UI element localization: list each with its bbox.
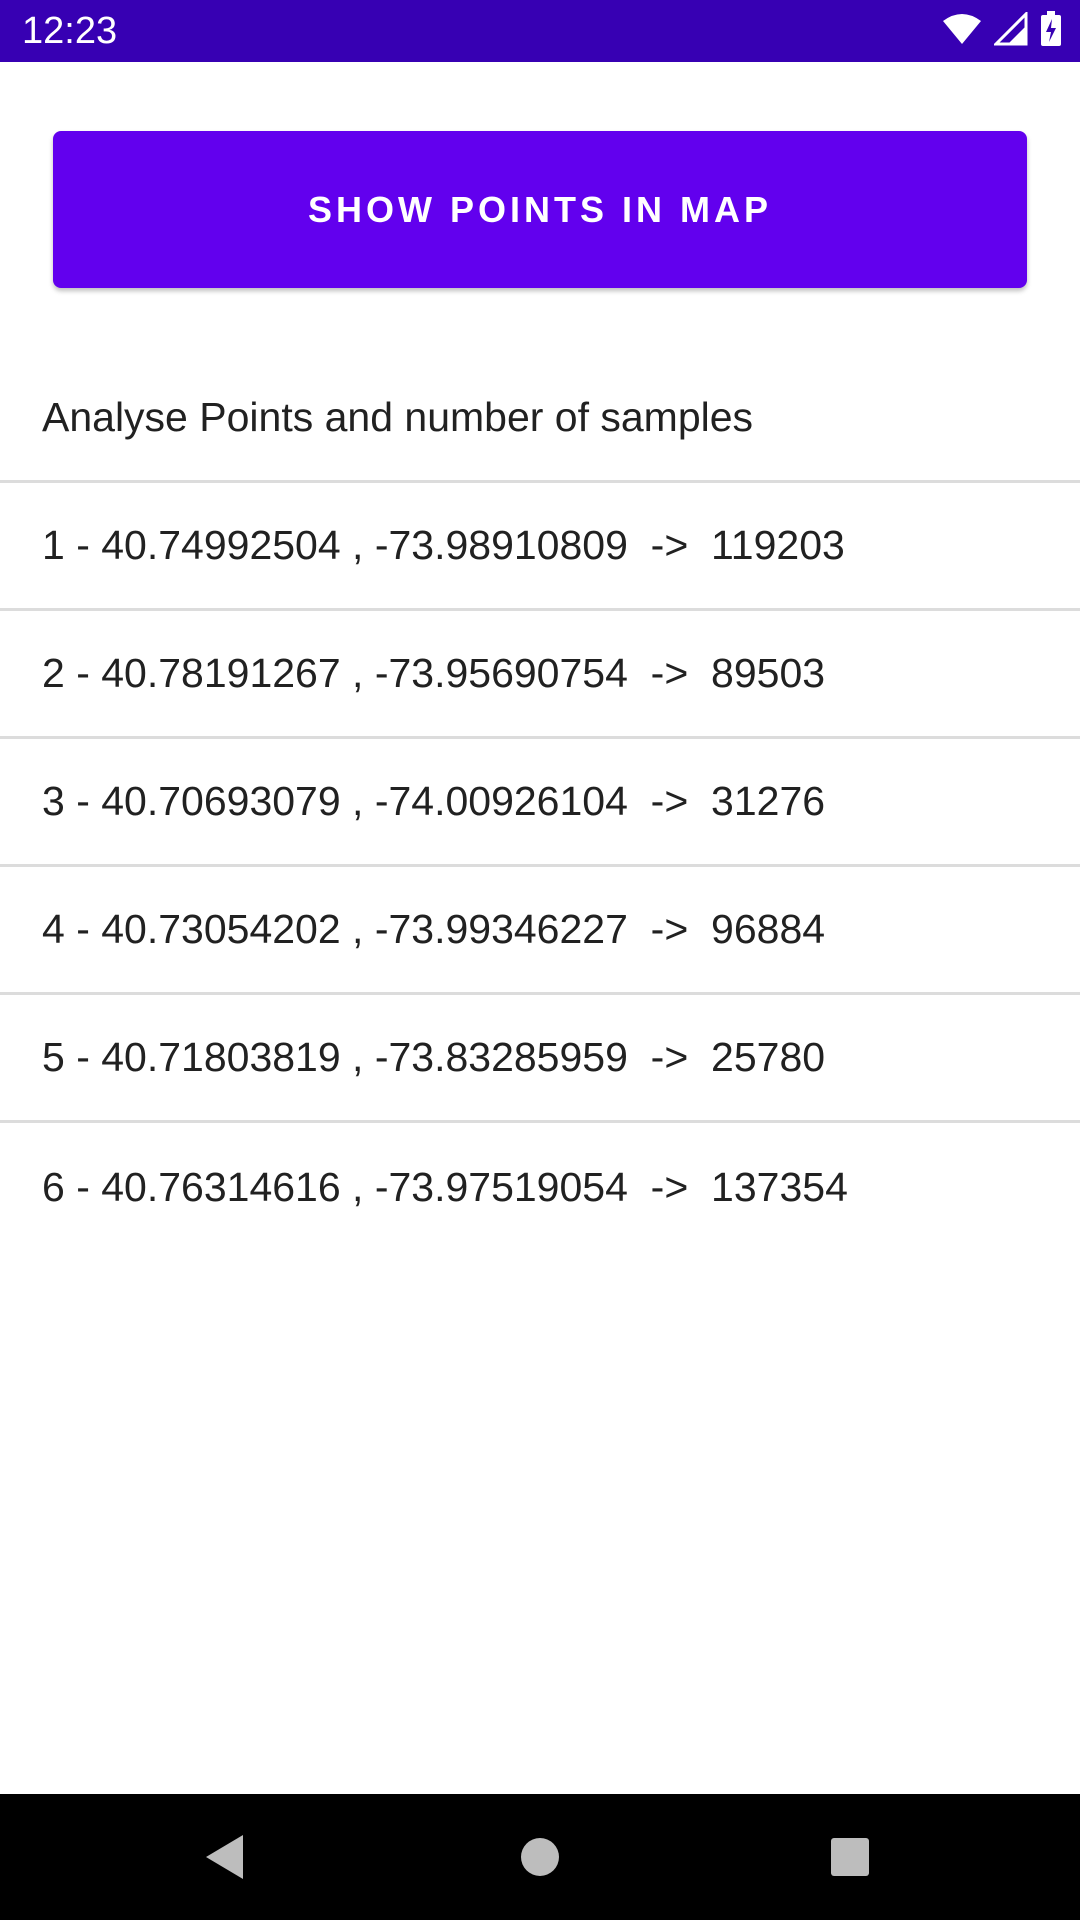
list-header: Analyse Points and number of samples <box>0 355 1080 483</box>
points-list: Analyse Points and number of samples 1 -… <box>0 355 1080 1251</box>
cell-signal-icon <box>992 9 1028 51</box>
battery-charging-icon <box>1040 10 1062 52</box>
list-item[interactable]: 3 - 40.70693079 , -74.00926104 -> 31276 <box>0 739 1080 867</box>
back-icon[interactable] <box>192 1824 258 1890</box>
list-item[interactable]: 1 - 40.74992504 , -73.98910809 -> 119203 <box>0 483 1080 611</box>
app-screen: 12:23 SHOW POINTS IN MAP Analyse Points … <box>0 0 1080 1920</box>
list-item[interactable]: 6 - 40.76314616 , -73.97519054 -> 137354 <box>0 1123 1080 1251</box>
status-bar: 12:23 <box>0 0 1080 62</box>
status-time: 12:23 <box>22 10 118 52</box>
list-item[interactable]: 2 - 40.78191267 , -73.95690754 -> 89503 <box>0 611 1080 739</box>
show-points-in-map-button[interactable]: SHOW POINTS IN MAP <box>53 131 1027 288</box>
navigation-bar <box>0 1794 1080 1920</box>
wifi-icon <box>942 13 982 50</box>
recents-icon[interactable] <box>817 1824 883 1890</box>
list-item[interactable]: 4 - 40.73054202 , -73.99346227 -> 96884 <box>0 867 1080 995</box>
home-icon[interactable] <box>507 1824 573 1890</box>
list-item[interactable]: 5 - 40.71803819 , -73.83285959 -> 25780 <box>0 995 1080 1123</box>
status-icons <box>942 9 1062 52</box>
